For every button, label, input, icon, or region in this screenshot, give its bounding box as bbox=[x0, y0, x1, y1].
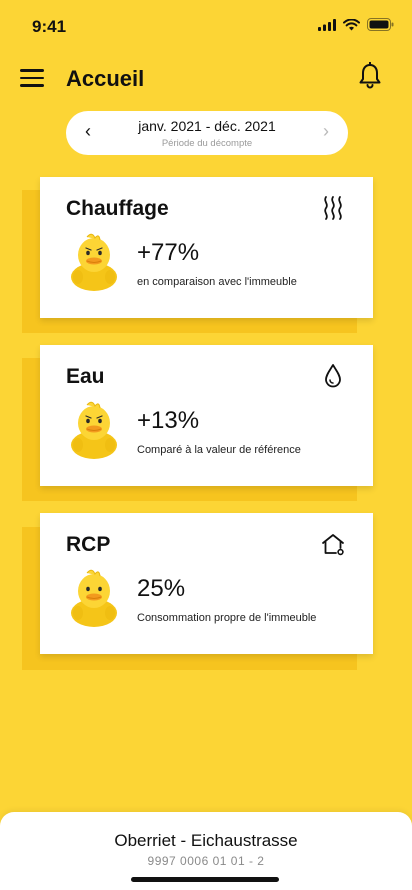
card-description: Consommation propre de l'immeuble bbox=[137, 612, 317, 624]
wifi-icon bbox=[343, 18, 360, 30]
battery-icon bbox=[367, 18, 394, 31]
card-title: Chauffage bbox=[66, 197, 169, 220]
card-rcp[interactable]: RCP 25% Consommation propre de l'immeubl… bbox=[40, 513, 373, 654]
home-indicator[interactable] bbox=[131, 877, 279, 882]
duck-mascot-icon bbox=[71, 401, 117, 459]
card-value: 25% bbox=[137, 575, 186, 602]
duck-mascot-icon bbox=[71, 569, 117, 627]
card-description: Comparé à la valeur de référence bbox=[137, 444, 301, 456]
card-eau[interactable]: Eau +13% Comparé à la valeur de référenc… bbox=[40, 345, 373, 486]
card-value: +77% bbox=[137, 239, 200, 266]
card-value: +13% bbox=[137, 407, 200, 434]
signal-icon bbox=[318, 18, 336, 31]
status-bar: 9:41 bbox=[0, 0, 412, 54]
period-caption: Période du décompte bbox=[161, 138, 253, 149]
water-drop-icon bbox=[325, 364, 341, 388]
status-icons bbox=[318, 18, 394, 31]
app-header: Accueil bbox=[0, 58, 412, 102]
period-selector: ‹ janv. 2021 - déc. 2021 Période du déco… bbox=[66, 111, 348, 155]
chevron-right-icon[interactable]: › bbox=[316, 121, 336, 142]
property-id: 9997 0006 01 01 - 2 bbox=[147, 854, 265, 868]
duck-mascot-icon bbox=[71, 233, 117, 291]
page-title: Accueil bbox=[66, 66, 145, 91]
card-title: RCP bbox=[66, 533, 111, 556]
card-chauffage[interactable]: Chauffage +77% en comparaison avec l'imm… bbox=[40, 177, 373, 318]
hamburger-icon[interactable] bbox=[20, 69, 44, 89]
period-range[interactable]: janv. 2021 - déc. 2021 bbox=[66, 118, 348, 134]
status-time: 9:41 bbox=[32, 17, 67, 36]
card-title: Eau bbox=[66, 365, 105, 388]
heating-icon bbox=[324, 196, 342, 220]
property-name: Oberriet - Eichaustrasse bbox=[114, 831, 298, 850]
house-icon bbox=[322, 534, 344, 556]
card-description: en comparaison avec l'immeuble bbox=[137, 276, 297, 288]
bell-icon[interactable] bbox=[358, 61, 382, 90]
